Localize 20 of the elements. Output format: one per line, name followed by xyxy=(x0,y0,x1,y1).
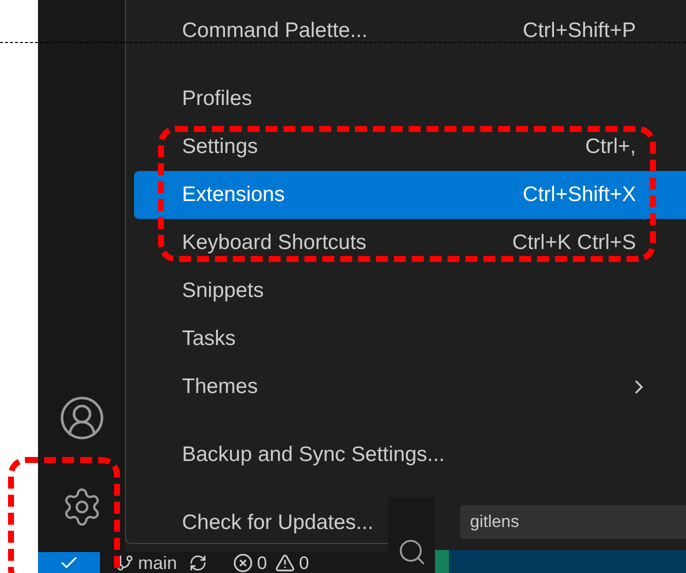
account-icon[interactable] xyxy=(58,394,106,442)
search-field[interactable]: gitlens xyxy=(460,505,686,539)
warning-icon xyxy=(275,552,296,572)
branch-name[interactable]: main xyxy=(138,554,178,572)
branch-icon xyxy=(116,554,134,572)
menu-item[interactable]: Snippets xyxy=(134,267,268,315)
warning-count[interactable]: 0 xyxy=(299,554,310,572)
menu-item[interactable]: Themes xyxy=(134,363,686,411)
menu-item[interactable]: Check for Updates... xyxy=(134,499,378,547)
error-count[interactable]: 0 xyxy=(257,554,268,572)
sync-icon[interactable] xyxy=(189,554,208,572)
menu-item[interactable]: Command Palette... Ctrl+Shift+P xyxy=(134,7,686,55)
menu-item[interactable]: Keyboard Shortcuts Ctrl+K Ctrl+S xyxy=(134,219,686,267)
menu-item[interactable]: Extensions Ctrl+Shift+X xyxy=(134,171,686,219)
menu-item[interactable]: Tasks xyxy=(134,315,240,363)
remote-indicator[interactable] xyxy=(38,552,100,573)
menu-item[interactable]: Profiles xyxy=(134,75,256,123)
error-icon xyxy=(233,552,254,572)
menu-item[interactable]: Settings Ctrl+, xyxy=(134,123,686,171)
menu-item[interactable]: Backup and Sync Settings... xyxy=(134,431,449,479)
